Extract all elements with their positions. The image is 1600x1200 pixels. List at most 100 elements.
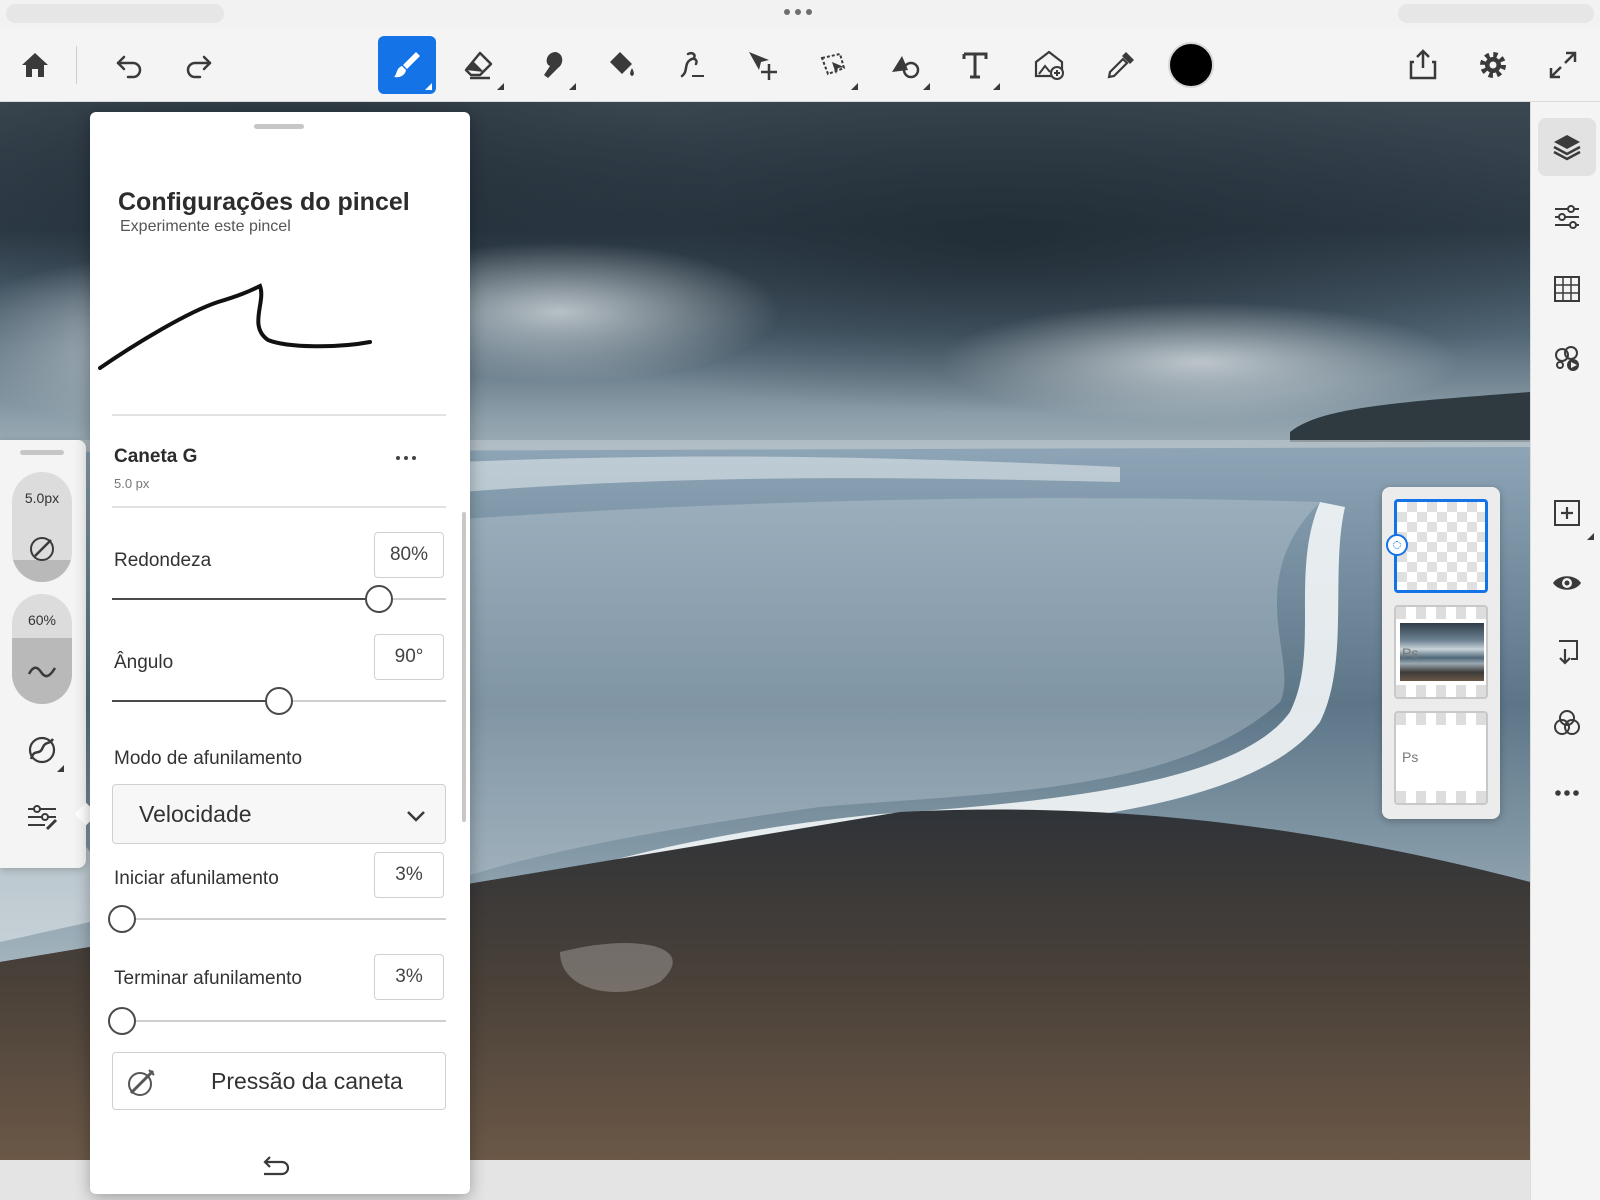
- merge-down-button[interactable]: [1538, 624, 1596, 682]
- pen-pressure-label: Pressão da caneta: [211, 1068, 403, 1094]
- divider: [112, 414, 446, 416]
- end-taper-slider-track[interactable]: [112, 1020, 446, 1022]
- brush-more-button[interactable]: [396, 456, 420, 462]
- angle-label: Ângulo: [114, 652, 174, 673]
- roundness-value-field[interactable]: 80%: [374, 532, 444, 578]
- brush-tool-button[interactable]: [378, 36, 436, 94]
- reset-brush-button[interactable]: [258, 1148, 292, 1182]
- taper-mode-select[interactable]: Velocidade: [112, 784, 446, 844]
- panel-scrollbar[interactable]: [462, 512, 466, 822]
- smoothing-options-corner: [57, 765, 64, 772]
- app-window: Ps Ps 5.0px 60% Configurações do pincel …: [0, 0, 1600, 1200]
- more-icon: [1555, 790, 1579, 796]
- blend-mode-button[interactable]: [1538, 694, 1596, 752]
- tool-options-corner: [923, 83, 930, 90]
- brush-settings-button[interactable]: [18, 792, 66, 840]
- redo-icon: [186, 55, 212, 79]
- brush-size-icon: [30, 537, 54, 561]
- start-taper-value-field[interactable]: 3%: [374, 852, 444, 898]
- layer-thumb-white[interactable]: Ps: [1394, 711, 1488, 805]
- settings-button[interactable]: [1464, 36, 1522, 94]
- lasso-tool-button[interactable]: [804, 36, 862, 94]
- toolbar-grip[interactable]: [20, 450, 64, 455]
- panel-grip[interactable]: [254, 124, 304, 129]
- layer-thumb-photo[interactable]: Ps: [1394, 605, 1488, 699]
- smudge-tool-button[interactable]: [522, 36, 580, 94]
- brush-size-readout: 5.0 px: [114, 476, 150, 491]
- brush-settings-icon: [28, 805, 58, 831]
- smoothing-icon: [28, 736, 56, 764]
- transform-tool-button[interactable]: [733, 36, 791, 94]
- roundness-slider-fill: [112, 598, 380, 600]
- visibility-button[interactable]: [1538, 554, 1596, 612]
- status-pill-left: [6, 4, 224, 23]
- share-button[interactable]: [1394, 36, 1452, 94]
- right-panel: [1530, 102, 1600, 1200]
- layer-properties-button[interactable]: [1538, 188, 1596, 246]
- angle-value-field[interactable]: 90°: [374, 634, 444, 680]
- fill-tool-button[interactable]: [592, 36, 650, 94]
- pen-pressure-icon: [128, 1069, 155, 1096]
- redo-button[interactable]: [170, 36, 228, 94]
- tool-options-corner: [993, 83, 1000, 90]
- layers-icon: [1553, 135, 1581, 161]
- add-layer-icon: [1554, 500, 1580, 526]
- multitask-dots-icon[interactable]: [784, 9, 812, 15]
- more-options-button[interactable]: [1538, 764, 1596, 822]
- tool-options-corner: [497, 83, 504, 90]
- liquify-tool-button[interactable]: [662, 36, 720, 94]
- add-layer-button[interactable]: [1538, 484, 1596, 542]
- start-taper-slider-track[interactable]: [112, 918, 446, 920]
- eraser-icon: [464, 51, 493, 80]
- ps-badge: Ps: [1402, 749, 1419, 765]
- place-image-button[interactable]: [1020, 36, 1078, 94]
- actions-button[interactable]: [1538, 330, 1596, 388]
- chevron-down-icon: [407, 811, 425, 822]
- layers-button[interactable]: [1538, 118, 1596, 176]
- eraser-tool-button[interactable]: [450, 36, 508, 94]
- eye-icon: [1553, 576, 1581, 590]
- text-tool-button[interactable]: [946, 36, 1004, 94]
- home-button[interactable]: [6, 36, 64, 94]
- tool-options-corner: [851, 83, 858, 90]
- layer-thumb-transparent[interactable]: [1394, 499, 1488, 593]
- undo-button[interactable]: [100, 36, 158, 94]
- pen-pressure-toggle[interactable]: Pressão da caneta: [112, 1052, 446, 1110]
- brush-icon: [394, 52, 420, 78]
- eyedropper-icon: [1107, 52, 1134, 79]
- end-taper-label: Terminar afunilamento: [114, 968, 302, 989]
- brush-flow-value: 60%: [27, 612, 57, 628]
- ps-badge: Ps: [1402, 645, 1419, 661]
- paint-bucket-icon: [610, 52, 634, 76]
- angle-slider-knob[interactable]: [265, 687, 293, 715]
- eyedropper-button[interactable]: [1092, 36, 1150, 94]
- end-taper-slider-knob[interactable]: [108, 1007, 137, 1035]
- brush-size-slider[interactable]: 5.0px: [12, 472, 72, 582]
- brush-name: Caneta G: [114, 446, 198, 467]
- panel-title: Configurações do pincel: [118, 188, 410, 216]
- smoothing-button[interactable]: [18, 726, 66, 774]
- handle-dots-icon: [1393, 541, 1401, 549]
- move-transform-icon: [749, 52, 777, 80]
- actions-icon: [1555, 346, 1579, 371]
- liquify-icon: [680, 51, 704, 78]
- brush-test-area[interactable]: [98, 272, 388, 382]
- roundness-slider-knob[interactable]: [365, 585, 394, 613]
- left-mini-toolbar: 5.0px 60%: [0, 440, 86, 868]
- shapes-icon: [892, 56, 920, 79]
- shapes-tool-button[interactable]: [876, 36, 934, 94]
- thumb-edge: [1396, 607, 1486, 619]
- taper-mode-label: Modo de afunilamento: [114, 748, 303, 769]
- fullscreen-button[interactable]: [1534, 36, 1592, 94]
- grid-button[interactable]: [1538, 260, 1596, 318]
- thumb-edge: [1396, 685, 1486, 697]
- layer-reorder-handle[interactable]: [1386, 534, 1408, 556]
- end-taper-value-field[interactable]: 3%: [374, 954, 444, 1000]
- roundness-slider-track[interactable]: [112, 598, 446, 600]
- tool-options-corner: [569, 83, 576, 90]
- brush-flow-slider[interactable]: 60%: [12, 594, 72, 704]
- color-swatch[interactable]: [1168, 42, 1214, 88]
- start-taper-slider-knob[interactable]: [108, 905, 137, 933]
- divider: [112, 506, 446, 508]
- smudge-icon: [544, 52, 563, 78]
